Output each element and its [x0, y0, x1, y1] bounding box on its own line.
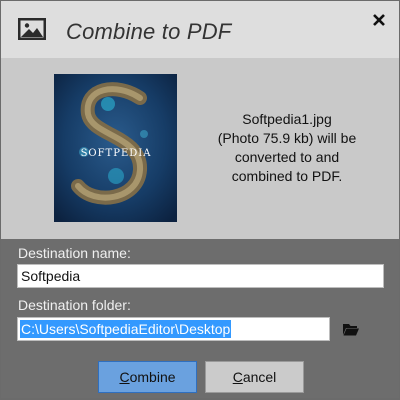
thumbnail-caption: SOFTPEDIA [81, 148, 152, 159]
destination-folder-value: C:\Users\SoftpediaEditor\Desktop [20, 320, 232, 338]
destination-name-label: Destination name: [18, 245, 131, 261]
combine-label: ombine [129, 369, 176, 385]
folder-icon[interactable] [343, 322, 359, 336]
cancel-mnemonic: C [232, 369, 243, 385]
combine-mnemonic: C [119, 369, 130, 385]
info-line: Softpedia1.jpg [242, 111, 332, 127]
cancel-button[interactable]: Cancel [205, 361, 304, 393]
dialog-title: Combine to PDF [66, 19, 232, 44]
info-line: converted to and [234, 149, 340, 165]
cancel-label: ancel [242, 369, 277, 385]
image-icon [18, 18, 46, 40]
info-line: (Photo 75.9 kb) will be [217, 130, 357, 146]
close-icon[interactable] [369, 10, 389, 30]
destination-folder-input[interactable]: C:\Users\SoftpediaEditor\Desktop [17, 317, 330, 341]
info-line: combined to PDF. [231, 168, 343, 184]
title-bar: Combine to PDF [1, 1, 399, 58]
combine-to-pdf-dialog: Combine to PDF SOFTPEDIA Softpedia1.jpg … [1, 1, 399, 398]
conversion-info: Softpedia1.jpg (Photo 75.9 kb) will be c… [213, 110, 361, 186]
destination-name-input[interactable] [17, 264, 384, 288]
preview-panel: SOFTPEDIA Softpedia1.jpg (Photo 75.9 kb)… [1, 58, 399, 239]
image-thumbnail: SOFTPEDIA [54, 74, 177, 222]
combine-button[interactable]: Combine [98, 361, 197, 393]
destination-folder-label: Destination folder: [18, 297, 131, 313]
